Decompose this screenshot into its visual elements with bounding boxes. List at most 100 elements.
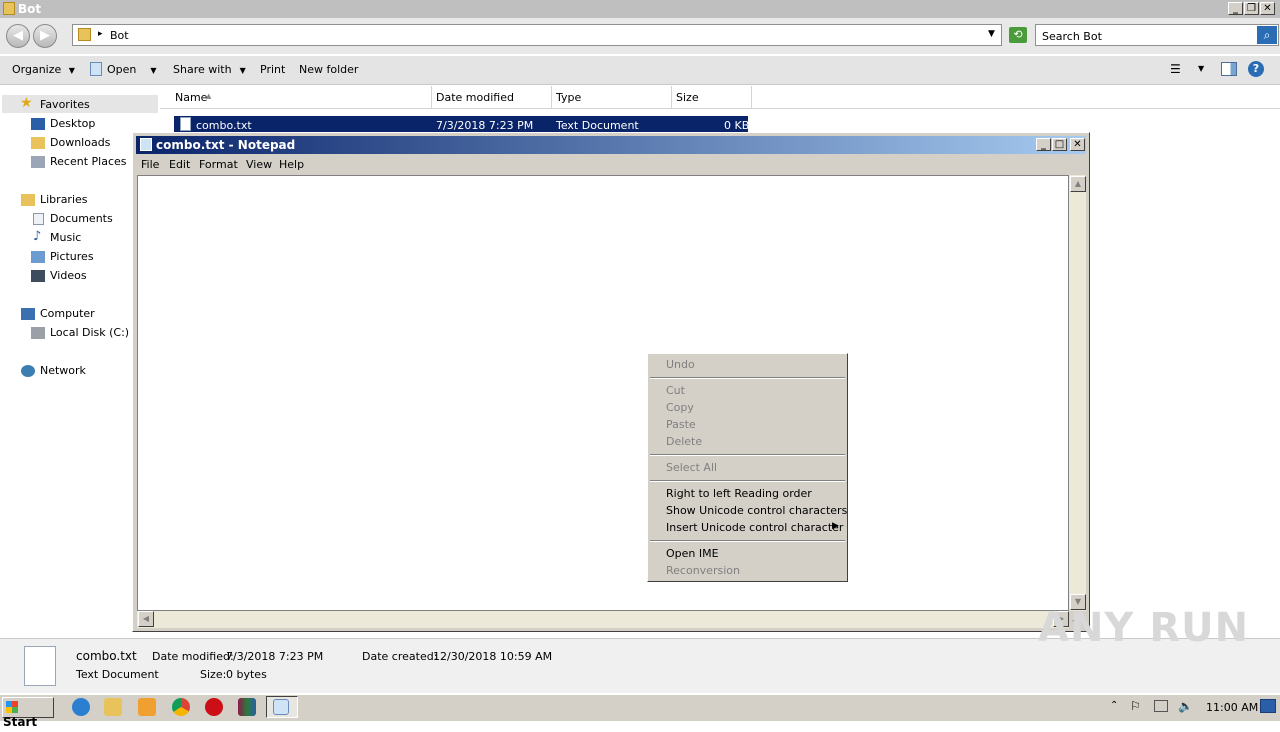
chevron-down-icon[interactable]: ▼	[1198, 64, 1204, 73]
breadcrumb-arrow-icon: ▸	[98, 29, 103, 39]
ctx-insert-unicode[interactable]: Insert Unicode control character	[666, 521, 843, 534]
notepad-maximize-button[interactable]: □	[1052, 138, 1067, 151]
nav-favorites[interactable]: Favorites	[40, 98, 90, 111]
column-header-type[interactable]: Type	[556, 91, 581, 104]
details-size-label: Size:	[200, 668, 227, 681]
back-button[interactable]: ◀	[6, 24, 30, 48]
menu-file[interactable]: File	[141, 158, 159, 171]
internet-explorer-icon[interactable]	[72, 698, 90, 716]
address-bar[interactable]	[72, 24, 1002, 46]
menu-separator	[650, 377, 845, 379]
help-icon[interactable]: ?	[1248, 61, 1264, 77]
column-header-size[interactable]: Size	[676, 91, 699, 104]
column-divider[interactable]	[751, 86, 752, 108]
file-name: combo.txt	[196, 119, 252, 132]
file-size: 0 KB	[724, 119, 750, 132]
column-header-name[interactable]: Name	[175, 91, 207, 104]
explorer-title: Bot	[18, 2, 42, 16]
nav-music[interactable]: Music	[50, 231, 81, 244]
ctx-cut[interactable]: Cut	[666, 384, 685, 397]
column-divider[interactable]	[551, 86, 552, 108]
nav-desktop[interactable]: Desktop	[50, 117, 95, 130]
volume-icon[interactable]: 🔈	[1178, 699, 1193, 713]
nav-libraries[interactable]: Libraries	[40, 193, 88, 206]
notepad-file-icon	[90, 62, 102, 76]
nav-recent-places[interactable]: Recent Places	[50, 155, 127, 168]
view-options-icon[interactable]: ☰	[1170, 62, 1181, 76]
preview-pane-icon[interactable]	[1221, 62, 1237, 76]
ctx-rtl-reading-order[interactable]: Right to left Reading order	[666, 487, 812, 500]
search-icon[interactable]: ⌕	[1257, 26, 1277, 44]
open-label: Open	[107, 63, 137, 76]
menu-help[interactable]: Help	[279, 158, 304, 171]
network-tray-icon[interactable]	[1154, 700, 1168, 712]
explorer-titlebar	[0, 0, 1280, 18]
menu-view[interactable]: View	[246, 158, 272, 171]
forward-button[interactable]: ▶	[33, 24, 57, 48]
notepad-text-area[interactable]	[137, 175, 1069, 611]
videos-icon	[31, 270, 45, 282]
ctx-reconversion[interactable]: Reconversion	[666, 564, 740, 577]
nav-documents[interactable]: Documents	[50, 212, 113, 225]
ctx-show-unicode[interactable]: Show Unicode control characters	[666, 504, 847, 517]
notepad-minimize-button[interactable]: _	[1036, 138, 1051, 151]
organize-button[interactable]: Organize ▼	[12, 63, 75, 76]
recent-places-icon	[31, 156, 45, 168]
explorer-folder-icon[interactable]	[104, 698, 122, 716]
start-label: Start	[3, 715, 38, 729]
ctx-select-all[interactable]: Select All	[666, 461, 717, 474]
nav-downloads[interactable]: Downloads	[50, 136, 110, 149]
media-player-icon[interactable]	[138, 698, 156, 716]
ctx-delete[interactable]: Delete	[666, 435, 702, 448]
nav-network[interactable]: Network	[40, 364, 86, 377]
menu-edit[interactable]: Edit	[169, 158, 190, 171]
ctx-undo[interactable]: Undo	[666, 358, 695, 371]
share-with-button[interactable]: Share with ▼	[173, 63, 246, 76]
breadcrumb[interactable]: Bot	[110, 29, 129, 42]
minimize-button[interactable]: _	[1228, 2, 1243, 15]
ctx-paste[interactable]: Paste	[666, 418, 696, 431]
new-folder-button[interactable]: New folder	[299, 63, 358, 76]
print-button[interactable]: Print	[260, 63, 285, 76]
menu-separator	[650, 454, 845, 456]
refresh-button[interactable]: ⟲	[1009, 27, 1027, 43]
column-header-date-modified[interactable]: Date modified	[436, 91, 514, 104]
show-desktop-icon[interactable]	[1260, 699, 1276, 713]
open-button[interactable]: Open ▼	[107, 63, 157, 76]
scroll-left-icon[interactable]: ◀	[138, 611, 154, 627]
ctx-open-ime[interactable]: Open IME	[666, 547, 719, 560]
show-hidden-icons-icon[interactable]: ⌃	[1110, 700, 1118, 711]
column-header-row	[160, 86, 1280, 109]
horizontal-scrollbar[interactable]	[137, 611, 1069, 628]
clock[interactable]: 11:00 AM	[1206, 701, 1258, 714]
winrar-icon[interactable]	[238, 698, 256, 716]
pictures-icon	[31, 251, 45, 263]
column-divider[interactable]	[431, 86, 432, 108]
folder-icon	[78, 28, 91, 41]
notepad-close-button[interactable]: ✕	[1070, 138, 1085, 151]
downloads-folder-icon	[31, 137, 45, 149]
chrome-icon[interactable]	[172, 698, 190, 716]
details-date-created-value: 12/30/2018 10:59 AM	[433, 650, 553, 663]
notepad-icon	[140, 138, 152, 151]
text-file-icon	[180, 117, 191, 131]
ctx-copy[interactable]: Copy	[666, 401, 694, 414]
scroll-up-icon[interactable]: ▲	[1070, 176, 1086, 192]
menu-separator	[650, 480, 845, 482]
restore-button[interactable]: ❐	[1244, 2, 1259, 15]
document-large-icon	[24, 646, 56, 686]
star-icon: ★	[20, 95, 33, 111]
vertical-scrollbar[interactable]	[1069, 175, 1086, 611]
nav-videos[interactable]: Videos	[50, 269, 87, 282]
nav-computer[interactable]: Computer	[40, 307, 95, 320]
nav-local-disk[interactable]: Local Disk (C:)	[50, 326, 129, 339]
start-button[interactable]: Start	[2, 697, 54, 729]
close-button[interactable]: ✕	[1260, 2, 1275, 15]
action-center-flag-icon[interactable]: ⚐	[1130, 699, 1141, 713]
details-date-modified-value: 7/3/2018 7:23 PM	[226, 650, 324, 663]
opera-icon[interactable]	[205, 698, 223, 716]
column-divider[interactable]	[671, 86, 672, 108]
menu-format[interactable]: Format	[199, 158, 238, 171]
address-dropdown-icon[interactable]: ▼	[988, 29, 995, 39]
nav-pictures[interactable]: Pictures	[50, 250, 94, 263]
